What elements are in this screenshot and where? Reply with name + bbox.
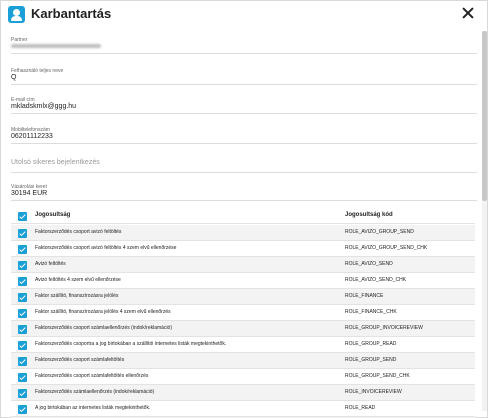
role-name: Faktorszerződés csoport számlafeltöltés … — [35, 373, 149, 379]
role-code: ROLE_GROUP_SEND_CHK — [345, 373, 410, 379]
col-header-role-code: Jogosultság kód — [345, 212, 393, 218]
phone-value: 06201112233 — [11, 133, 53, 140]
role-name: Avizó feltöltés — [35, 261, 66, 267]
row-checkbox[interactable] — [18, 341, 27, 350]
table-row[interactable]: Faktorszerződés csoportra a jog birtokáb… — [11, 337, 475, 353]
table-header: Jogosultság Jogosultság kód — [11, 208, 475, 224]
partner-label: Partner — [11, 37, 28, 43]
role-code: ROLE_GROUP_INVOICEREVIEW — [345, 325, 423, 331]
email-field[interactable]: E-mail cím mkladskmlx@ggg.hu — [11, 97, 477, 114]
table-row[interactable]: Avizó feltöltés ROLE_AVIZO_SEND — [11, 257, 475, 273]
table-row[interactable]: Faktorszerződés csoport számlafeltöltés … — [11, 369, 475, 385]
dialog-header: Karbantartás — [1, 1, 487, 29]
col-header-role: Jogosultság — [35, 212, 71, 218]
role-name: Faktorszerződés csoport avizó feltöltés — [35, 229, 122, 235]
row-checkbox[interactable] — [18, 357, 27, 366]
table-row[interactable]: Faktorszerződés csoport avizó feltöltés … — [11, 241, 475, 257]
role-code: ROLE_INVOICEREVIEW — [345, 389, 402, 395]
role-name: Faktorszerződés csoport számlafeltöltés — [35, 357, 125, 363]
role-code: ROLE_AVIZO_SEND — [345, 261, 393, 267]
partner-field[interactable]: Partner — [11, 37, 477, 54]
username-label: Felhasználó teljes neve — [11, 68, 64, 74]
role-name: Avizó feltöltés 4 szem elvű ellenőrzése — [35, 277, 121, 283]
row-checkbox[interactable] — [18, 325, 27, 334]
scrollbar[interactable] — [482, 31, 487, 411]
user-icon — [8, 6, 25, 23]
close-icon[interactable] — [460, 6, 476, 22]
role-name: Faktorszerződés csoport avizó feltöltés … — [35, 245, 177, 251]
table-row[interactable]: Faktorszerződés számlaellenőrzés (indok/… — [11, 385, 475, 401]
role-code: ROLE_READ — [345, 405, 376, 411]
username-value: Q — [11, 74, 17, 81]
role-code: ROLE_AVIZO_GROUP_SEND_CHK — [345, 245, 428, 251]
email-value: mkladskmlx@ggg.hu — [11, 103, 77, 110]
row-checkbox[interactable] — [18, 245, 27, 254]
role-name: Faktor szállító, finanszírozásra jelölés… — [35, 309, 171, 315]
row-checkbox[interactable] — [18, 229, 27, 238]
row-checkbox[interactable] — [18, 261, 27, 270]
row-checkbox[interactable] — [18, 405, 27, 414]
table-row[interactable]: Faktorszerződés csoport avizó feltöltés R… — [11, 225, 475, 241]
table-row[interactable]: A jog birtokában az internetes listák me… — [11, 401, 475, 417]
maintenance-dialog: Karbantartás Partner Felhasználó teljes … — [0, 0, 488, 418]
row-checkbox[interactable] — [18, 293, 27, 302]
role-name: A jog birtokában az internetes listák me… — [35, 405, 151, 411]
row-checkbox[interactable] — [18, 277, 27, 286]
phone-field[interactable]: Mobiltelefonszám 06201112233 — [11, 127, 477, 144]
limit-value: 30194 EUR — [11, 190, 48, 197]
role-code: ROLE_AVIZO_SEND_CHK — [345, 277, 407, 283]
dialog-title: Karbantartás — [31, 6, 112, 21]
role-code: ROLE_FINANCE_CHK — [345, 309, 397, 315]
role-name: Faktorszerződés csoport számlaellenőrzés… — [35, 325, 172, 331]
scrollbar-thumb[interactable] — [482, 31, 487, 201]
role-code: ROLE_FINANCE — [345, 293, 384, 299]
row-checkbox[interactable] — [18, 373, 27, 382]
table-row[interactable]: Faktor szállító, finanszírozásra jelölés… — [11, 305, 475, 321]
role-name: Faktor szállító, finanszírozásra jelölés — [35, 293, 119, 299]
row-checkbox[interactable] — [18, 389, 27, 398]
select-all-checkbox[interactable] — [18, 212, 27, 221]
role-code: ROLE_AVIZO_GROUP_SEND — [345, 229, 414, 235]
role-name: Faktorszerződés számlaellenőrzés (indok/… — [35, 389, 155, 395]
last-login-field[interactable]: Utolsó sikeres bejelentkezés — [11, 156, 477, 173]
table-row[interactable]: Avizó feltöltés 4 szem elvű ellenőrzése R… — [11, 273, 475, 289]
table-row[interactable]: Faktorszerződés csoport számlafeltöltés R… — [11, 353, 475, 369]
partner-value-redacted — [11, 44, 101, 48]
username-field[interactable]: Felhasználó teljes neve Q — [11, 68, 477, 85]
last-login-placeholder: Utolsó sikeres bejelentkezés — [11, 159, 100, 166]
role-code: ROLE_GROUP_READ — [345, 341, 397, 347]
role-code: ROLE_GROUP_SEND — [345, 357, 397, 363]
row-checkbox[interactable] — [18, 309, 27, 318]
table-row[interactable]: Faktor szállító, finanszírozásra jelölés… — [11, 289, 475, 305]
table-row[interactable]: Faktorszerződés csoport számlaellenőrzés… — [11, 321, 475, 337]
limit-field[interactable]: Vásárolási keret 30194 EUR — [11, 184, 477, 201]
role-name: Faktorszerződés csoportra a jog birtokáb… — [35, 341, 227, 347]
